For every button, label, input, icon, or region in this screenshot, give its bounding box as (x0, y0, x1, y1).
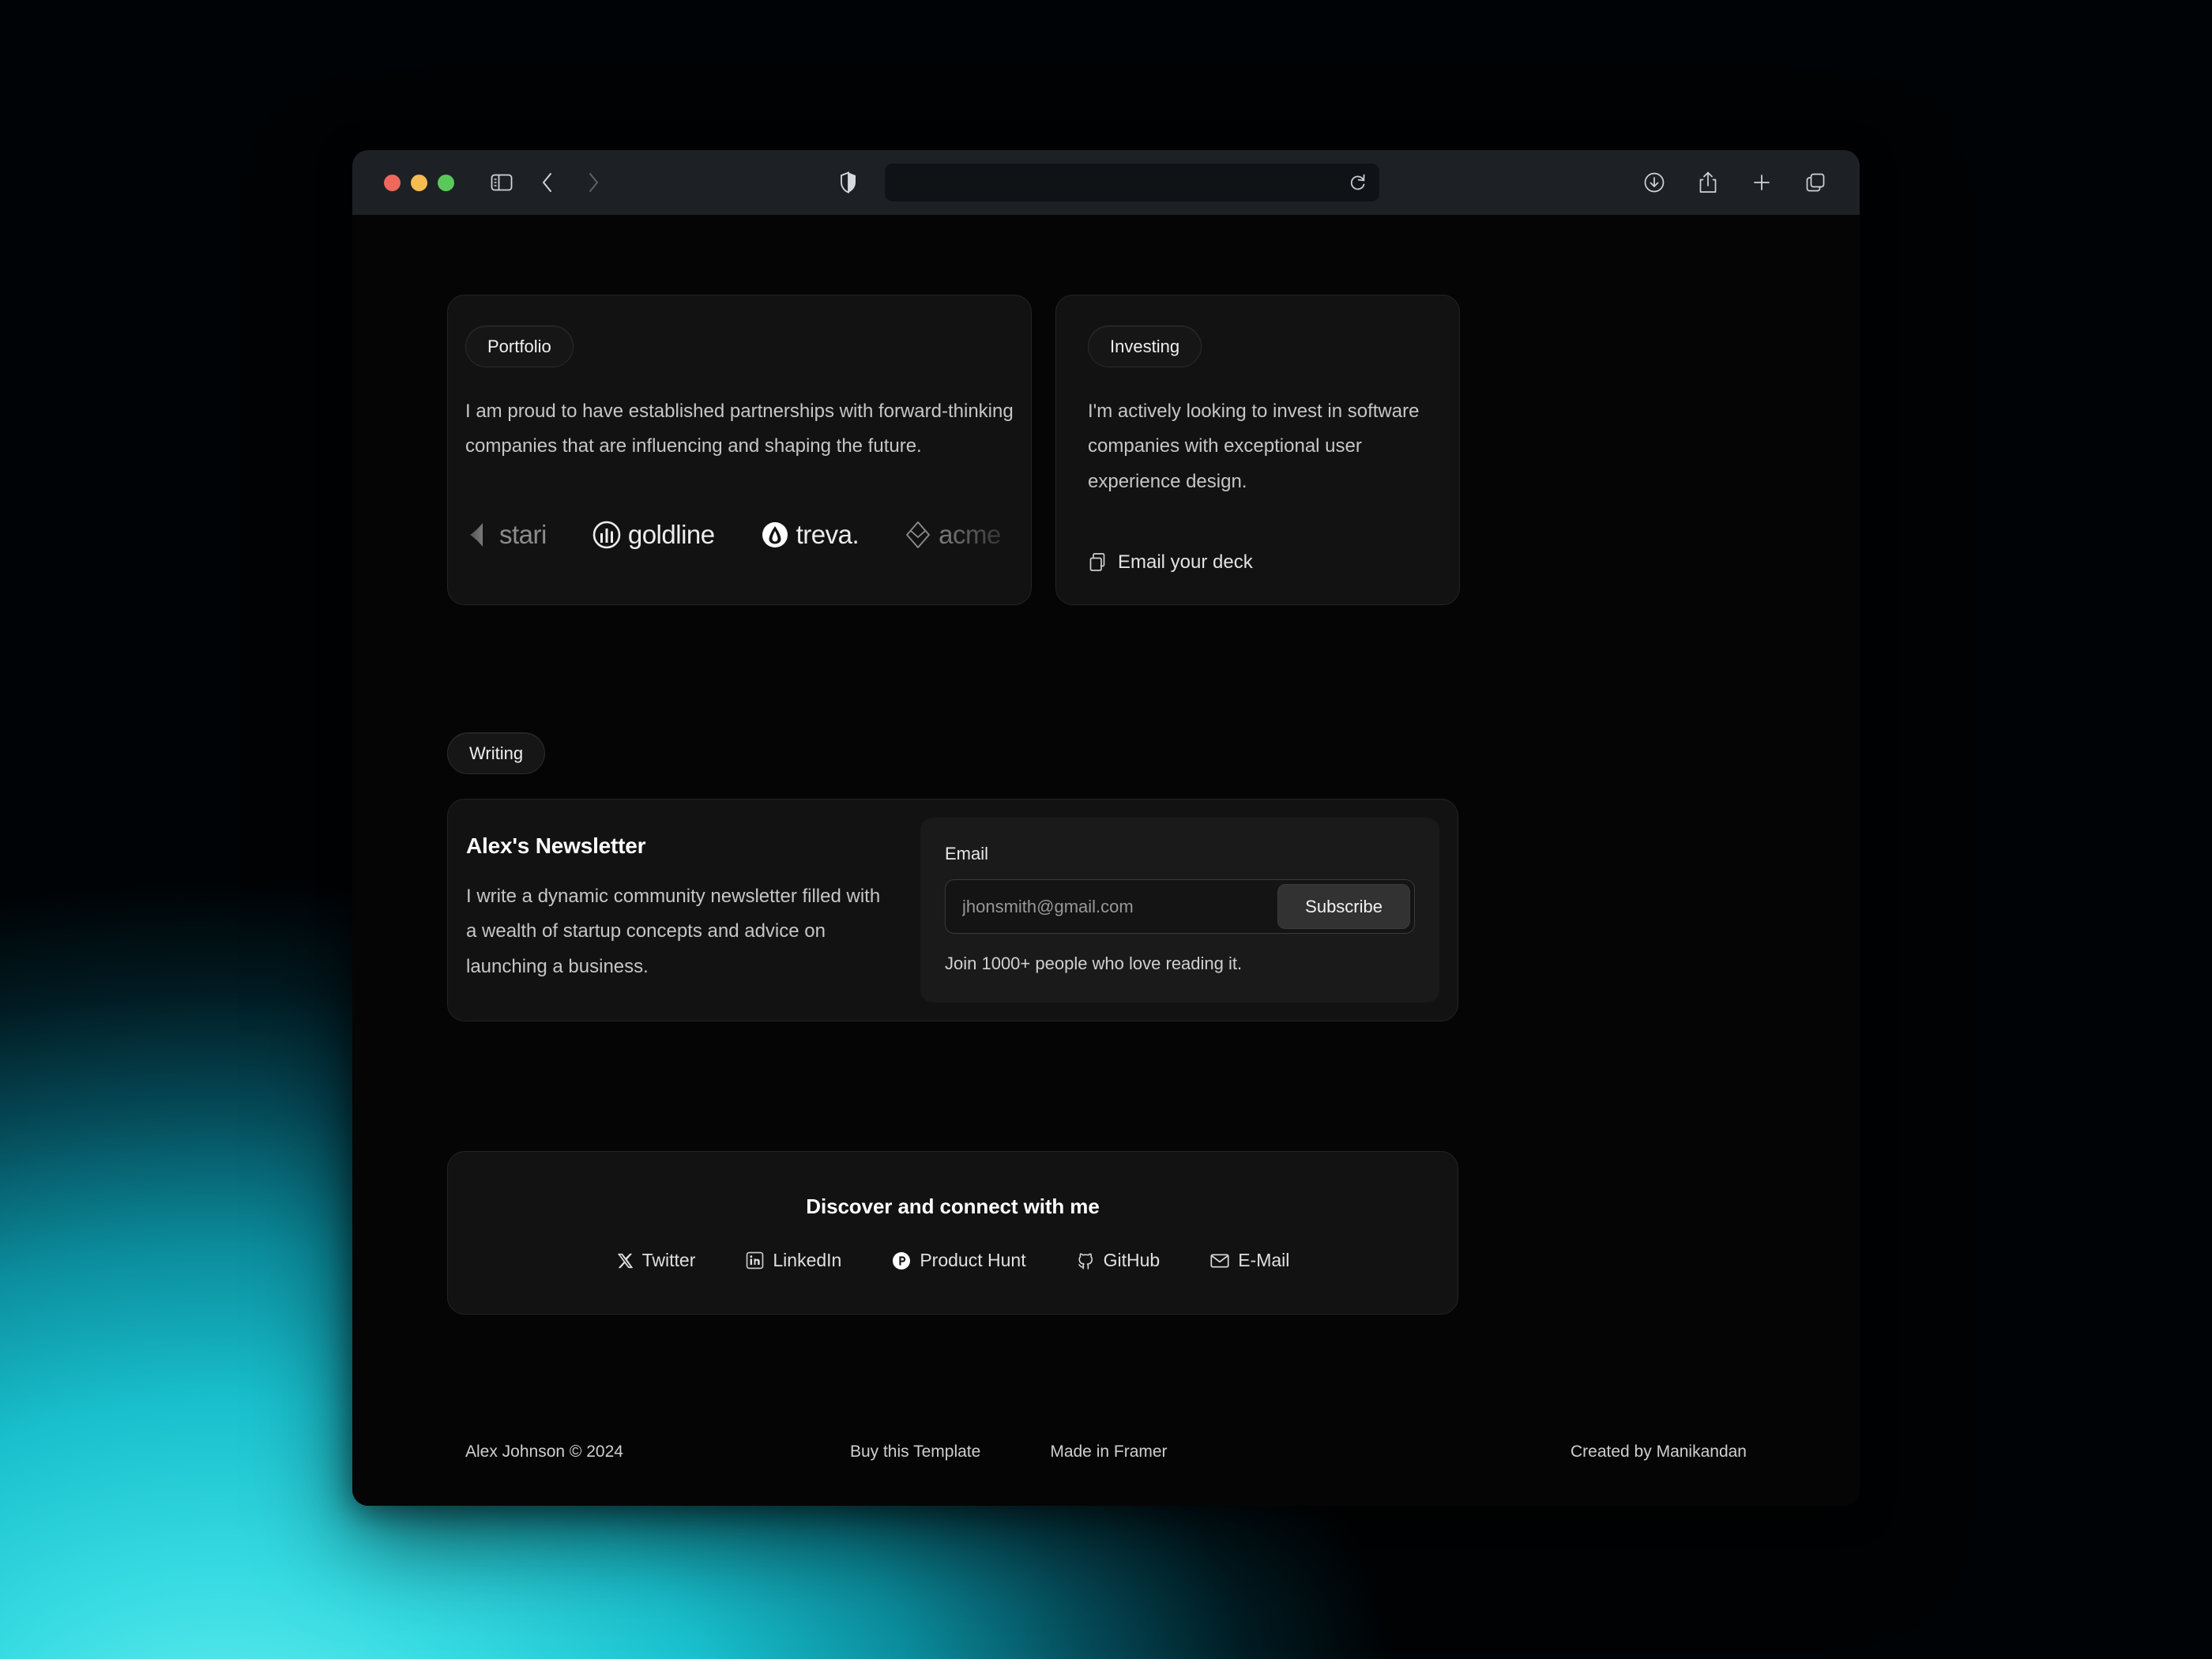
partner-logo-label: treva. (796, 520, 860, 549)
social-link-email[interactable]: E-Mail (1210, 1250, 1289, 1271)
treva-mark-icon (761, 521, 789, 549)
investing-body: I'm actively looking to invest in softwa… (1088, 401, 1420, 492)
connect-card: Discover and connect with me Twitter Lin… (447, 1151, 1458, 1315)
footer-credit[interactable]: Created by Manikandan (1571, 1443, 1747, 1462)
writing-pill-wrap: Writing (447, 732, 1765, 774)
social-link-github[interactable]: GitHub (1077, 1250, 1161, 1271)
chevron-left-icon[interactable] (532, 167, 563, 198)
partner-logo-stari: stari (465, 520, 547, 550)
toolbar-nav-group (486, 167, 609, 198)
social-link-label: LinkedIn (773, 1250, 842, 1270)
investing-card: Investing I'm actively looking to invest… (1055, 295, 1460, 605)
partner-logo-marquee: stari goldline treva. acme (448, 511, 1031, 559)
window-controls (384, 174, 454, 191)
browser-toolbar (352, 150, 1860, 215)
partner-logo-acme: acme (905, 520, 1001, 550)
close-window-button[interactable] (384, 174, 401, 191)
footer-links: Buy this Template Made in Framer (850, 1443, 1168, 1462)
email-input[interactable] (950, 896, 1278, 917)
footer-copyright: Alex Johnson © 2024 (465, 1443, 623, 1461)
newsletter-subscribe-panel: Email Subscribe Join 1000+ people who lo… (920, 818, 1439, 1003)
site-footer: Alex Johnson © 2024 Buy this Template Ma… (447, 1443, 1765, 1462)
new-tab-icon[interactable] (1746, 167, 1778, 198)
portfolio-body: I am proud to have established partnersh… (465, 401, 1014, 457)
address-bar[interactable] (885, 164, 1379, 201)
goldline-mark-icon (592, 521, 621, 549)
partner-logo-treva: treva. (761, 520, 860, 550)
envelope-icon (1210, 1253, 1229, 1269)
linkedin-icon (746, 1251, 764, 1270)
chevron-right-icon[interactable] (577, 167, 609, 198)
newsletter-card: Alex's Newsletter I write a dynamic comm… (447, 799, 1458, 1021)
newsletter-info: Alex's Newsletter I write a dynamic comm… (448, 799, 920, 1021)
product-hunt-icon (892, 1251, 911, 1270)
partner-logo-label: stari (499, 520, 547, 549)
github-icon (1077, 1251, 1095, 1270)
tab-overview-icon[interactable] (1800, 167, 1831, 198)
reload-icon[interactable] (1349, 173, 1367, 192)
partner-logo-label: acme (939, 520, 1001, 549)
browser-window: Portfolio I am proud to have established… (352, 150, 1860, 1506)
social-link-twitter[interactable]: Twitter (616, 1250, 696, 1271)
page-content: Portfolio I am proud to have established… (352, 215, 1860, 1506)
social-link-label: Product Hunt (920, 1250, 1026, 1270)
social-link-linkedin[interactable]: LinkedIn (746, 1250, 841, 1271)
connect-title: Discover and connect with me (806, 1194, 1100, 1218)
portfolio-pill: Portfolio (465, 325, 574, 367)
email-your-deck-label: Email your deck (1118, 551, 1253, 574)
social-links-row: Twitter LinkedIn Product Hunt GitHub E-M… (616, 1250, 1289, 1271)
partner-logo-goldline: goldline (592, 520, 715, 550)
acme-mark-icon (905, 521, 931, 549)
sidebar-icon[interactable] (486, 167, 517, 198)
toolbar-address-group (833, 164, 1379, 201)
social-link-label: E-Mail (1238, 1250, 1290, 1270)
share-icon[interactable] (1692, 167, 1724, 198)
footer-link-made-in-framer[interactable]: Made in Framer (1050, 1443, 1167, 1462)
download-icon[interactable] (1638, 167, 1670, 198)
stari-mark-icon (465, 521, 492, 548)
footer-link-buy-template[interactable]: Buy this Template (850, 1443, 980, 1462)
email-field-label: Email (945, 844, 989, 863)
social-link-label: Twitter (641, 1250, 696, 1270)
privacy-shield-icon[interactable] (833, 167, 864, 198)
top-cards-row: Portfolio I am proud to have established… (447, 215, 1765, 605)
newsletter-title: Alex's Newsletter (466, 833, 646, 858)
subscribe-button[interactable]: Subscribe (1277, 884, 1410, 929)
copy-icon (1088, 552, 1107, 573)
minimize-window-button[interactable] (411, 174, 427, 191)
portfolio-pill-wrap: Portfolio (465, 325, 1014, 367)
social-link-label: GitHub (1103, 1250, 1161, 1270)
maximize-window-button[interactable] (438, 174, 454, 191)
writing-pill: Writing (447, 732, 546, 774)
newsletter-description: I write a dynamic community newsletter f… (466, 886, 881, 977)
email-input-row: Subscribe (945, 879, 1415, 934)
portfolio-card: Portfolio I am proud to have established… (447, 295, 1032, 605)
investing-pill: Investing (1088, 325, 1202, 367)
partner-logo-label: goldline (627, 520, 715, 549)
email-your-deck-button[interactable]: Email your deck (1088, 551, 1428, 574)
toolbar-actions-group (1638, 167, 1831, 198)
subscriber-count-note: Join 1000+ people who love reading it. (945, 954, 1243, 973)
x-twitter-icon (616, 1252, 634, 1270)
social-link-product-hunt[interactable]: Product Hunt (892, 1250, 1026, 1271)
